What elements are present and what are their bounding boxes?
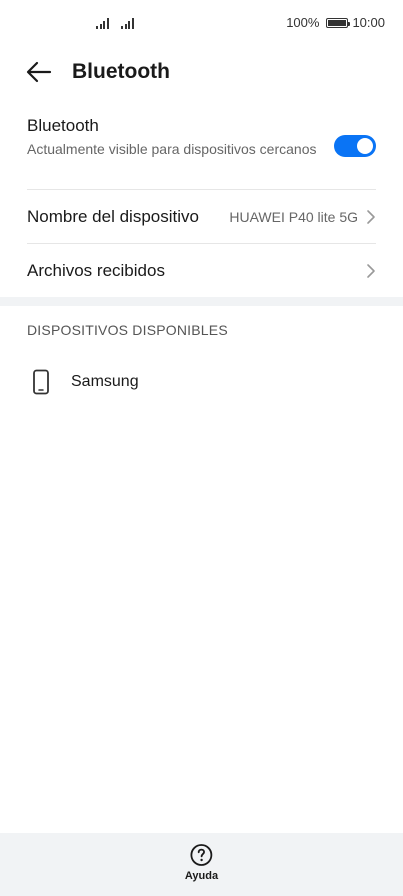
status-right: 100% 10:00	[286, 15, 385, 30]
section-divider	[0, 297, 403, 306]
bluetooth-label: Bluetooth	[27, 116, 99, 135]
available-devices-header: DISPOSITIVOS DISPONIBLES	[27, 322, 228, 338]
chevron-right-icon	[367, 264, 375, 278]
device-name-row[interactable]: Nombre del dispositivo HUAWEI P40 lite 5…	[27, 190, 376, 244]
device-name: Samsung	[71, 373, 139, 390]
phone-icon	[33, 369, 49, 395]
bluetooth-toggle-row[interactable]: Bluetooth Actualmente visible para dispo…	[27, 114, 376, 190]
received-files-label: Archivos recibidos	[27, 261, 165, 280]
help-label: Ayuda	[184, 870, 219, 882]
status-bar: 100% 10:00	[0, 0, 403, 48]
page-title: Bluetooth	[72, 60, 170, 83]
bluetooth-switch[interactable]	[334, 135, 376, 157]
device-list-item[interactable]: Samsung	[27, 358, 376, 406]
chevron-right-icon	[367, 209, 375, 224]
signal-icon	[121, 17, 134, 29]
question-circle-icon	[190, 844, 213, 866]
device-name-value: HUAWEI P40 lite 5G	[229, 208, 358, 225]
back-button[interactable]	[24, 58, 54, 86]
switch-knob	[357, 138, 373, 154]
bluetooth-settings-screen: 100% 10:00 Bluetooth Bluetooth Actualmen…	[0, 0, 403, 896]
bottom-bar: Ayuda	[0, 833, 403, 896]
device-name-label: Nombre del dispositivo	[27, 206, 199, 226]
battery-percent: 100%	[286, 15, 320, 30]
app-bar: Bluetooth	[0, 52, 403, 92]
clock: 10:00	[352, 15, 385, 30]
battery-icon	[326, 17, 351, 28]
received-files-row[interactable]: Archivos recibidos	[27, 244, 376, 298]
signal-icon	[96, 17, 109, 29]
help-button[interactable]: Ayuda	[185, 843, 218, 882]
arrow-left-icon	[26, 61, 52, 83]
bluetooth-visibility-subtitle: Actualmente visible para dispositivos ce…	[27, 141, 317, 157]
